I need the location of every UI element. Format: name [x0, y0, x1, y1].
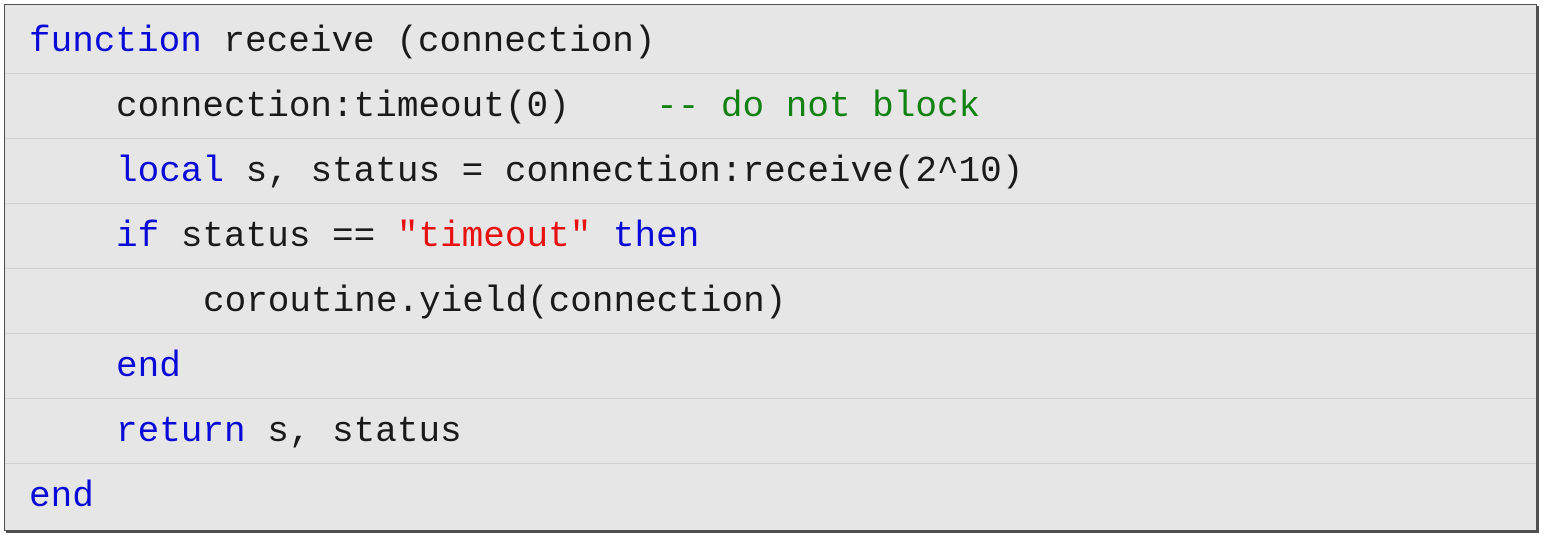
code-line: end [5, 334, 1536, 399]
code-text: s, status [245, 411, 462, 452]
code-line: if status == "timeout" then [5, 204, 1536, 269]
code-text: coroutine.yield(connection) [203, 281, 787, 322]
code-line-content: connection:timeout(0) -- do not block [116, 74, 980, 139]
keyword-token: local [116, 151, 225, 192]
code-text: s, status = connection:receive(2^10) [224, 151, 1024, 192]
comment-token: -- do not block [656, 86, 981, 127]
code-line-content: if status == "timeout" then [116, 204, 699, 269]
keyword-token: end [29, 476, 94, 517]
code-line: return s, status [5, 399, 1536, 464]
code-line-content: function receive (connection) [29, 9, 656, 74]
keyword-token: then [612, 216, 700, 257]
code-line-content: end [29, 464, 94, 529]
code-line: connection:timeout(0) -- do not block [5, 74, 1536, 139]
code-line-content: local s, status = connection:receive(2^1… [116, 139, 1023, 204]
code-line-content: coroutine.yield(connection) [203, 269, 786, 334]
keyword-token: end [116, 346, 181, 387]
code-line: local s, status = connection:receive(2^1… [5, 139, 1536, 204]
code-line: end [5, 464, 1536, 529]
string-token: "timeout" [396, 216, 592, 257]
code-text: connection:timeout(0) [116, 86, 657, 127]
code-line: coroutine.yield(connection) [5, 269, 1536, 334]
keyword-token: function [29, 21, 202, 62]
code-block: function receive (connection) connection:… [4, 4, 1537, 531]
code-line: function receive (connection) [5, 9, 1536, 74]
code-line-content: end [116, 334, 181, 399]
keyword-token: return [116, 411, 246, 452]
keyword-token: if [116, 216, 160, 257]
code-text: receive (connection) [201, 21, 656, 62]
code-line-content: return s, status [116, 399, 462, 464]
code-text: status == [159, 216, 397, 257]
